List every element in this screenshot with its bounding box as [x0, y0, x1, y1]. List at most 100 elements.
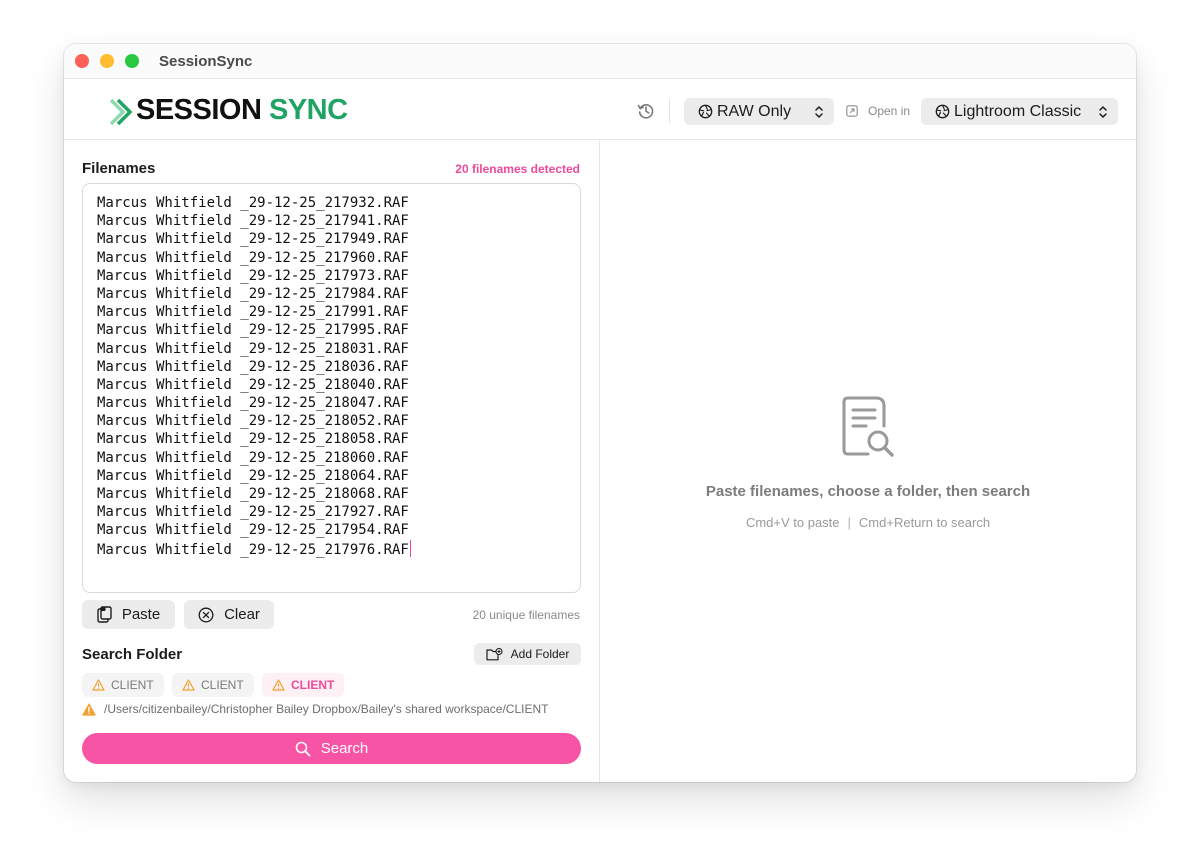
add-folder-label: Add Folder — [510, 647, 570, 661]
history-button[interactable] — [636, 101, 656, 121]
clipboard-icon — [97, 606, 112, 623]
filename-line: Marcus Whitfield _29-12-25_217941.RAF — [97, 212, 566, 230]
aperture-icon — [698, 104, 713, 119]
paste-button[interactable]: Paste — [82, 600, 175, 629]
filenames-textarea[interactable]: Marcus Whitfield _29-12-25_217932.RAF Mar… — [82, 183, 581, 593]
minimize-window-button[interactable] — [100, 54, 114, 68]
filename-text: Marcus Whitfield _29-12-25_217932.RAF — [97, 195, 409, 211]
search-button-label: Search — [320, 740, 369, 757]
select-chevrons-icon — [1099, 105, 1107, 118]
filename-line: Marcus Whitfield _29-12-25_217932.RAF — [97, 194, 566, 212]
add-folder-button[interactable]: Add Folder — [474, 643, 581, 665]
logo-chevron-icon — [109, 98, 133, 126]
hint-separator: | — [847, 515, 851, 530]
search-folder-heading: Search Folder — [82, 646, 183, 663]
paste-shortcut-hint: Cmd+V to paste — [745, 515, 840, 530]
filename-line: Marcus Whitfield _29-12-25_217984.RAF — [97, 285, 566, 303]
filename-line: Marcus Whitfield _29-12-25_217973.RAF — [97, 267, 566, 285]
select-chevrons-icon — [815, 105, 823, 118]
filename-text: Marcus Whitfield _29-12-25_217927.RAF — [97, 504, 409, 521]
app-header: SESSION SYNC RAW Only Open in Lightroom … — [64, 79, 1136, 140]
filename-text: Marcus Whitfield _29-12-25_218058.RAF — [97, 431, 409, 448]
warning-icon — [272, 679, 285, 691]
filename-text: Marcus Whitfield _29-12-25_218064.RAF — [97, 467, 409, 484]
app-window: SessionSync SESSION SYNC RAW Only Open i… — [64, 44, 1136, 782]
filename-line: Marcus Whitfield _29-12-25_217954.RAF — [97, 521, 566, 539]
folder-chip[interactable]: CLIENT — [82, 673, 164, 697]
filenames-detected-count: 20 filenames detected — [455, 162, 580, 176]
document-search-icon — [842, 396, 894, 457]
filename-text: Marcus Whitfield _29-12-25_218036.RAF — [97, 358, 409, 375]
filename-text: Marcus Whitfield _29-12-25_217960.RAF — [97, 249, 409, 266]
filename-line: Marcus Whitfield _29-12-25_217949.RAF — [97, 230, 566, 248]
filename-text: Marcus Whitfield _29-12-25_218031.RAF — [97, 340, 409, 357]
filename-line: Marcus Whitfield _29-12-25_217991.RAF — [97, 303, 566, 321]
search-shortcut-hint: Cmd+Return to search — [858, 515, 991, 530]
warning-icon — [92, 679, 105, 691]
folder-add-icon — [486, 647, 503, 660]
filename-line: Marcus Whitfield _29-12-25_218068.RAF — [97, 485, 566, 503]
search-icon — [295, 741, 311, 756]
history-icon — [637, 104, 654, 119]
file-filter-select[interactable]: RAW Only — [684, 98, 834, 125]
folder-chip-selected[interactable]: CLIENT — [262, 673, 345, 697]
filename-line: Marcus Whitfield _29-12-25_218058.RAF — [97, 430, 566, 448]
filename-line: Marcus Whitfield _29-12-25_218052.RAF — [97, 412, 566, 430]
app-logo: SESSION SYNC — [136, 94, 348, 127]
filename-text: Marcus Whitfield _29-12-25_217984.RAF — [97, 285, 409, 302]
filename-line: Marcus Whitfield _29-12-25_218031.RAF — [97, 340, 566, 358]
open-in-label-group: Open in — [846, 104, 910, 118]
logo-text-sync: SYNC — [269, 94, 348, 126]
folder-path-row: /Users/citizenbailey/Christopher Bailey … — [82, 702, 548, 716]
empty-state-title: Paste filenames, choose a folder, then s… — [705, 483, 1031, 500]
clear-button[interactable]: Clear — [184, 600, 274, 629]
open-external-icon — [846, 105, 858, 117]
filename-line: Marcus Whitfield _29-12-25_218064.RAF — [97, 467, 566, 485]
results-panel: Paste filenames, choose a folder, then s… — [600, 140, 1136, 782]
close-window-button[interactable] — [75, 54, 89, 68]
filename-line: Marcus Whitfield _29-12-25_217960.RAF — [97, 249, 566, 267]
filename-line: Marcus Whitfield _29-12-25_217976.RAF — [97, 539, 566, 558]
toolbar-divider — [669, 99, 670, 123]
filenames-heading: Filenames — [82, 160, 156, 177]
filename-text: Marcus Whitfield _29-12-25_218060.RAF — [97, 449, 409, 466]
open-in-label: Open in — [868, 104, 911, 118]
filename-line: Marcus Whitfield _29-12-25_218047.RAF — [97, 394, 566, 412]
filename-text: Marcus Whitfield _29-12-25_217949.RAF — [97, 231, 409, 248]
filename-line: Marcus Whitfield _29-12-25_217927.RAF — [97, 503, 566, 521]
clear-circle-x-icon — [198, 607, 214, 622]
filename-text: Marcus Whitfield _29-12-25_217991.RAF — [97, 304, 409, 321]
filename-text: Marcus Whitfield _29-12-25_217995.RAF — [97, 322, 409, 339]
filename-text: Marcus Whitfield _29-12-25_217976.RAF — [97, 541, 409, 558]
filename-text: Marcus Whitfield _29-12-25_218052.RAF — [97, 413, 409, 430]
paste-button-label: Paste — [121, 606, 161, 623]
filename-text: Marcus Whitfield _29-12-25_218040.RAF — [97, 376, 409, 393]
warning-filled-icon — [82, 702, 96, 716]
filename-text: Marcus Whitfield _29-12-25_217941.RAF — [97, 213, 409, 230]
filename-line: Marcus Whitfield _29-12-25_218036.RAF — [97, 358, 566, 376]
open-in-app-select[interactable]: Lightroom Classic — [921, 98, 1118, 125]
zoom-window-button[interactable] — [125, 54, 139, 68]
folder-chip[interactable]: CLIENT — [172, 673, 254, 697]
input-panel: Filenames 20 filenames detected Marcus W… — [64, 140, 600, 782]
folder-chip-label: CLIENT — [201, 678, 244, 692]
text-caret — [409, 539, 412, 557]
open-in-app-value: Lightroom Classic — [954, 102, 1082, 120]
filename-line: Marcus Whitfield _29-12-25_217995.RAF — [97, 321, 566, 339]
filename-text: Marcus Whitfield _29-12-25_217973.RAF — [97, 267, 409, 284]
clear-button-label: Clear — [224, 606, 260, 623]
filename-text: Marcus Whitfield _29-12-25_218068.RAF — [97, 486, 409, 502]
window-title: SessionSync — [159, 53, 253, 70]
empty-state-hint: Cmd+V to paste | Cmd+Return to search — [600, 515, 1136, 530]
folder-chip-label: CLIENT — [291, 678, 335, 692]
title-bar: SessionSync — [64, 44, 1136, 79]
filename-text: Marcus Whitfield _29-12-25_218047.RAF — [97, 395, 409, 412]
folder-chip-label: CLIENT — [111, 678, 154, 692]
filename-line: Marcus Whitfield _29-12-25_218060.RAF — [97, 449, 566, 467]
file-filter-value: RAW Only — [717, 102, 792, 120]
logo-text-session: SESSION — [136, 94, 262, 126]
warning-icon — [182, 679, 195, 691]
aperture-icon — [935, 104, 950, 119]
search-button[interactable]: Search — [82, 733, 581, 764]
unique-filenames-count: 20 unique filenames — [472, 608, 580, 622]
